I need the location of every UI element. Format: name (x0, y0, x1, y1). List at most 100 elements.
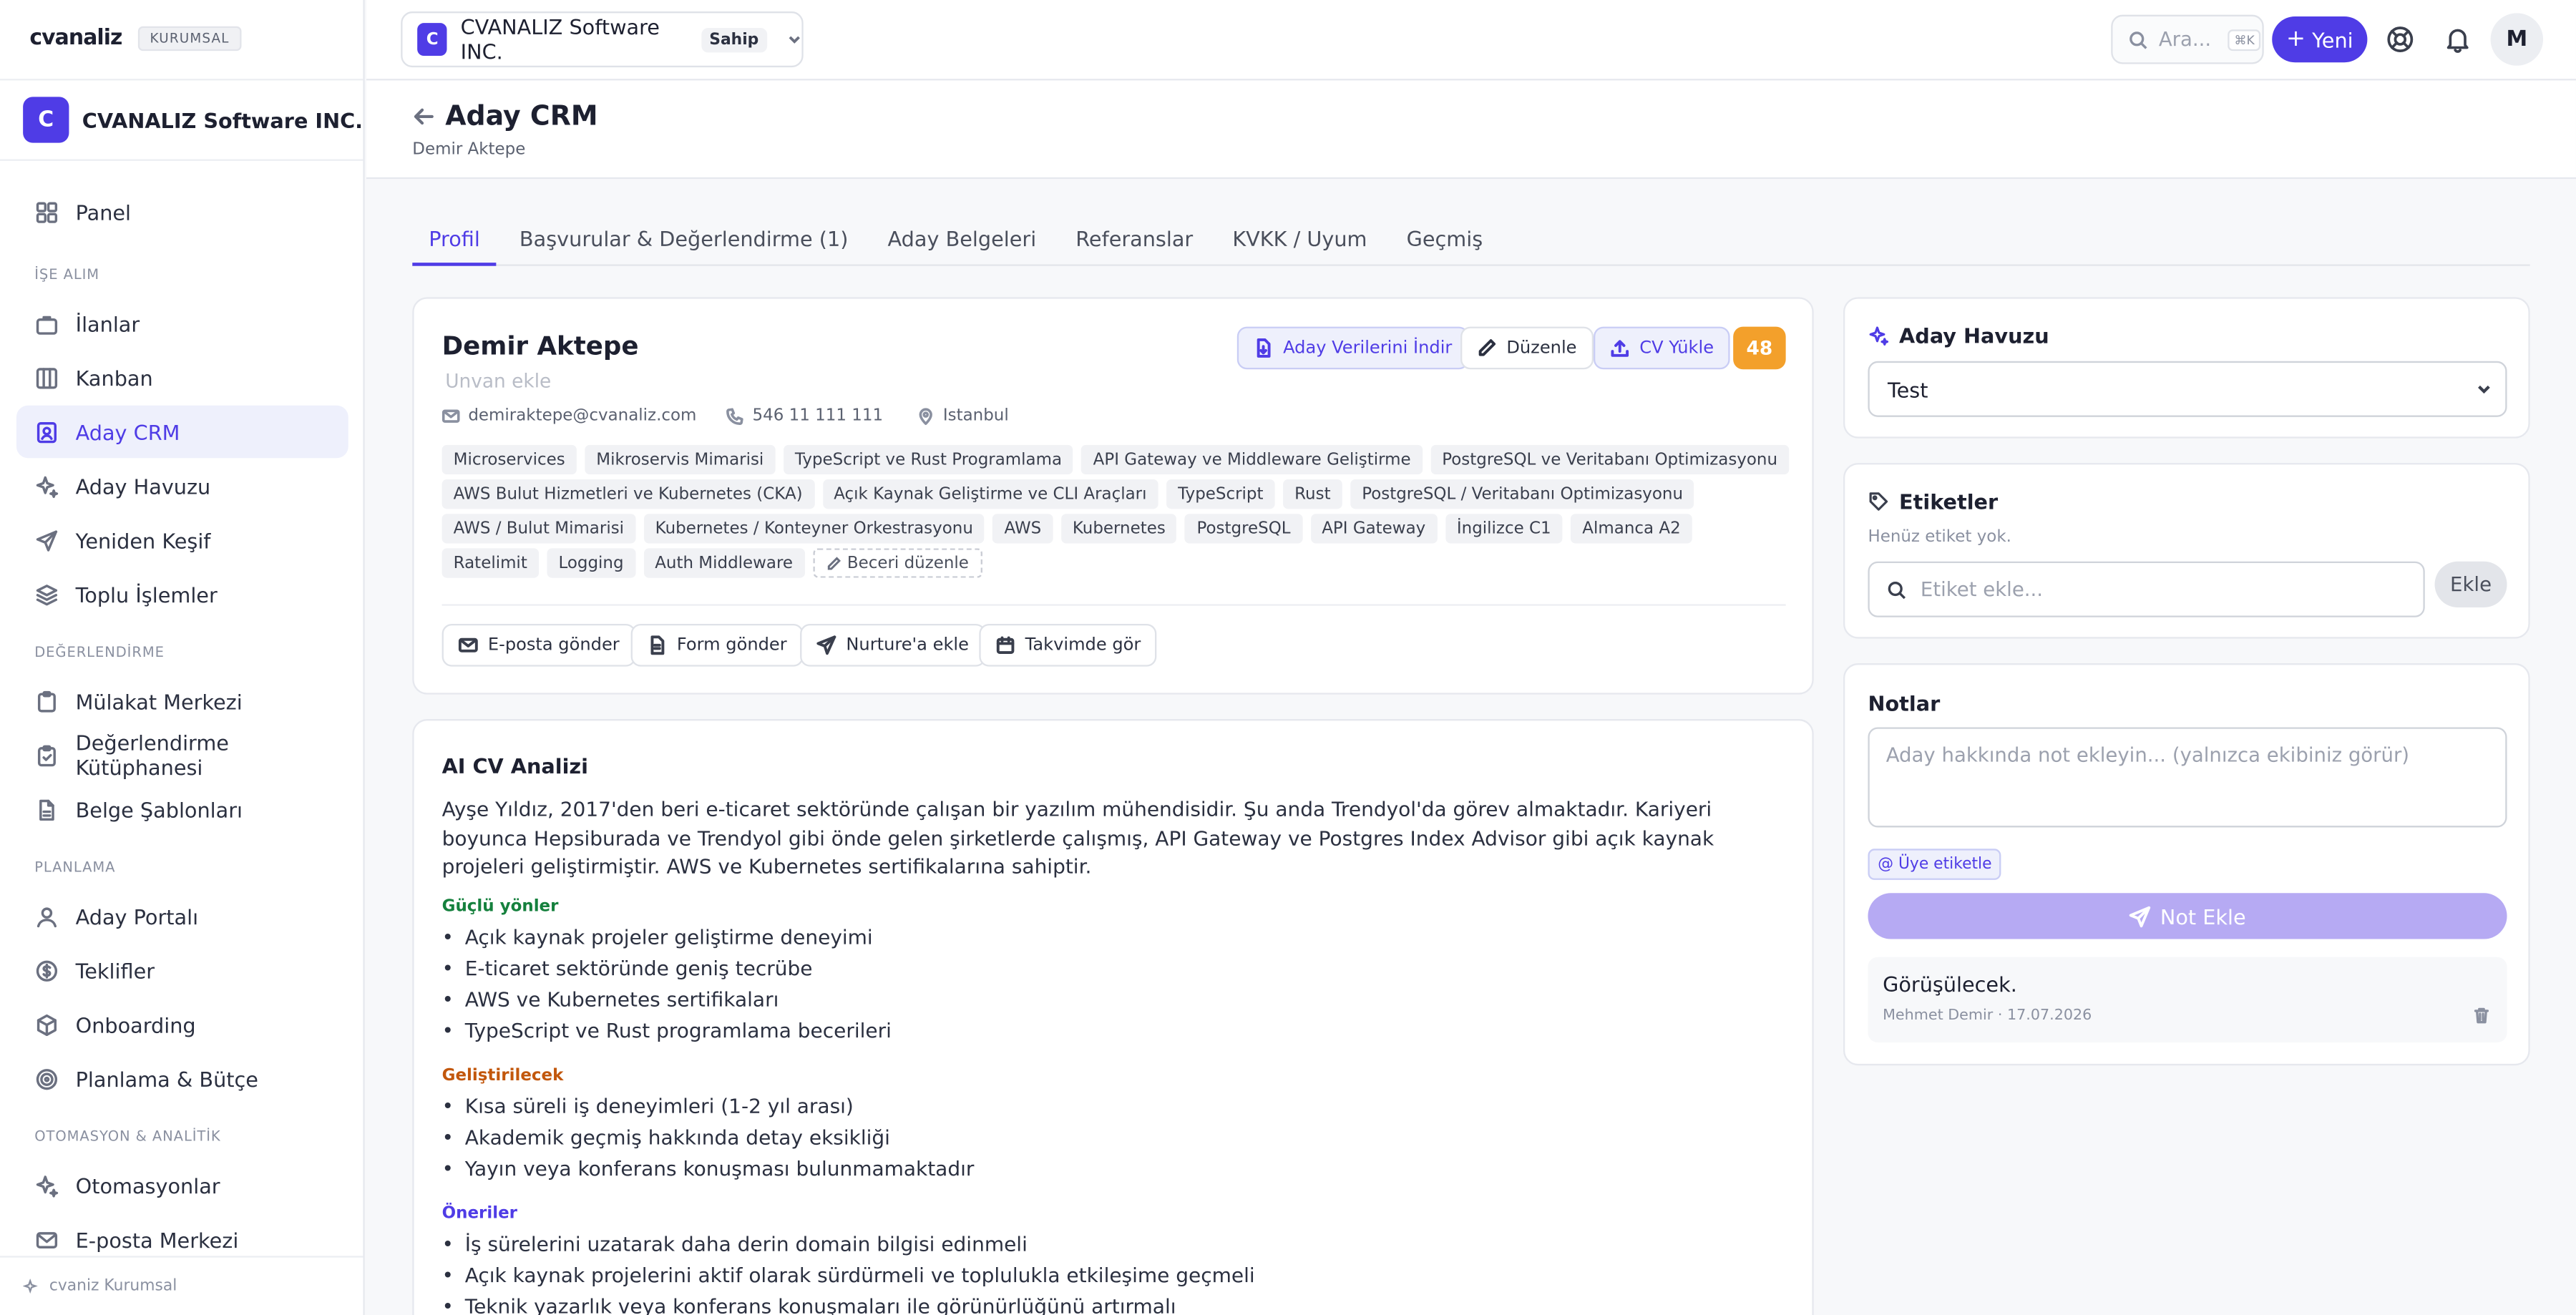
upload-cv-button[interactable]: CV Yükle (1594, 326, 1731, 370)
org-header[interactable]: C CVANALIZ Software INC. (0, 79, 364, 161)
sidebar-item-label: Kanban (75, 365, 153, 390)
skill-chip: TypeScript ve Rust Programlama (783, 444, 1074, 475)
org-switcher[interactable]: C CVANALIZ Software INC. Sahip (401, 11, 804, 68)
candidate-email[interactable]: demiraktepe@cvanaliz.com (441, 407, 696, 425)
sidebar-item-aday-portali[interactable]: Aday Portalı (16, 890, 348, 942)
add-tag-button[interactable]: Ekle (2434, 561, 2507, 608)
search-icon (2129, 31, 2147, 49)
tab-kvkk[interactable]: KVKK / Uyum (1216, 210, 1383, 265)
edit-button-label: Düzenle (1506, 338, 1577, 358)
upload-icon (1611, 340, 1629, 357)
sidebar-footer-text: cvaniz Kurumsal (49, 1277, 177, 1296)
candidate-pool-title: Aday Havuzu (1899, 323, 2049, 348)
sidebar-item-aday-havuzu[interactable]: Aday Havuzu (16, 459, 348, 512)
sidebar-item-otomasyonlar[interactable]: Otomasyonlar (16, 1159, 348, 1211)
list-item: Açık kaynak projelerini aktif olarak sür… (442, 1259, 1790, 1291)
note-date: 17.07.2026 (2007, 1007, 2092, 1025)
list-item: İş sürelerini uzatarak daha derin domain… (442, 1228, 1790, 1259)
sidebar-item-kanban[interactable]: Kanban (16, 351, 348, 404)
send-form-button[interactable]: Form gönder (630, 623, 804, 667)
mention-member-button[interactable]: @ Üye etiketle (1868, 849, 2002, 880)
pencil-icon (1478, 339, 1496, 356)
sidebar-item-label: Değerlendirme Kütüphanesi (75, 730, 229, 780)
list-item: Yayın veya konferans konuşması bulunmama… (442, 1153, 1790, 1184)
org-name: CVANALIZ Software INC. (82, 107, 364, 132)
sidebar-item-label: İlanlar (75, 311, 140, 336)
list-item: Açık kaynak projeler geliştirme deneyimi (442, 921, 1790, 952)
upload-cv-label: CV Yükle (1639, 338, 1714, 358)
tags-empty-text: Henüz etiket yok. (1868, 528, 2011, 547)
new-button[interactable]: + Yeni (2272, 16, 2368, 63)
help-lifebuoy-icon[interactable] (2386, 24, 2415, 54)
search-input[interactable]: Ara... ⌘K (2111, 14, 2264, 64)
candidate-score-badge: 48 (1733, 326, 1786, 370)
sidebar-item-degerlendirme-kutuphanesi[interactable]: Değerlendirme Kütüphanesi (16, 729, 348, 781)
ai-strengths-title: Güçlü yönler (441, 898, 559, 916)
tags-card: Etiketler Henüz etiket yok. Etiket ekle.… (1843, 463, 2530, 639)
add-to-nurture-button[interactable]: Nurture'a ekle (800, 623, 985, 667)
org-switcher-name: CVANALIZ Software INC. (460, 14, 660, 64)
dollar-circle-icon (36, 959, 58, 981)
sidebar-item-onboarding[interactable]: Onboarding (16, 998, 348, 1050)
tag-icon (1869, 492, 1888, 511)
sidebar-item-label: Belge Şablonları (75, 797, 243, 822)
sidebar-item-mulakat-merkezi[interactable]: Mülakat Merkezi (16, 675, 348, 727)
sidebar-item-panel[interactable]: Panel (16, 185, 348, 238)
skill-chip: Kubernetes (1060, 514, 1177, 544)
add-note-button[interactable]: Not Ekle (1868, 893, 2507, 939)
view-calendar-label: Takvimde gör (1025, 635, 1141, 655)
phone-icon (726, 408, 743, 425)
candidate-pool-select[interactable]: Test (1868, 361, 2507, 417)
sidebar-item-belge-sablonlari[interactable]: Belge Şablonları (16, 783, 348, 836)
candidate-phone-text: 546 11 111 111 (752, 407, 884, 426)
role-badge: Sahip (701, 26, 767, 52)
bell-icon[interactable] (2443, 24, 2472, 54)
target-icon (36, 1067, 58, 1090)
search-shortcut: ⌘K (2228, 29, 2262, 50)
edit-skills-button[interactable]: Beceri düzenle (812, 548, 982, 578)
tab-aday-belgeleri[interactable]: Aday Belgeleri (872, 210, 1053, 265)
tag-input-placeholder: Etiket ekle... (1920, 577, 2044, 601)
page-header: Aday CRM Demir Aktepe (366, 80, 2576, 180)
tab-referanslar[interactable]: Referanslar (1059, 210, 1209, 265)
candidate-phone[interactable]: 546 11 111 111 (726, 407, 883, 425)
candidate-title-placeholder[interactable]: Unvan ekle (445, 369, 551, 392)
sidebar-item-label: Otomasyonlar (75, 1173, 220, 1198)
tag-input[interactable]: Etiket ekle... (1868, 561, 2425, 617)
send-form-label: Form gönder (676, 635, 787, 655)
skill-chip: PostgreSQL / Veritabanı Optimizasyonu (1350, 479, 1695, 509)
sidebar-item-teklifler[interactable]: Teklifler (16, 944, 348, 996)
skill-chip: Ratelimit (441, 548, 539, 578)
view-calendar-button[interactable]: Takvimde gör (979, 623, 1158, 667)
kanban-icon (36, 367, 58, 388)
send-email-button[interactable]: E-posta gönder (441, 623, 636, 667)
sparkles-icon (36, 475, 59, 497)
arrow-left-icon[interactable] (412, 105, 435, 128)
edit-button[interactable]: Düzenle (1460, 326, 1594, 370)
plus-icon: + (2285, 26, 2306, 53)
download-candidate-data-button[interactable]: Aday Verilerini İndir (1236, 326, 1469, 370)
sidebar-item-yeniden-kesif[interactable]: Yeniden Keşif (16, 514, 348, 566)
download-candidate-data-label: Aday Verilerini İndir (1283, 338, 1453, 358)
ai-suggestions: Öneriler İş sürelerini uzatarak daha der… (442, 1205, 1790, 1315)
list-item: Kısa süreli iş deneyimleri (1-2 yıl aras… (442, 1090, 1790, 1122)
tab-profil[interactable]: Profil (412, 210, 497, 266)
nav-section-title: OTOMASYON & ANALİTİK (34, 1129, 221, 1146)
note-textarea[interactable]: Aday hakkında not ekleyin... (yalnızca e… (1868, 727, 2507, 828)
trash-icon[interactable] (2472, 1007, 2490, 1025)
skill-chip: TypeScript (1166, 479, 1275, 509)
tab-gecmis[interactable]: Geçmiş (1390, 210, 1499, 265)
ai-improve-title: Geliştirilecek (441, 1067, 564, 1085)
user-avatar[interactable]: M (2490, 13, 2544, 66)
nav-section-title: PLANLAMA (34, 860, 116, 877)
ai-improvements: Geliştirilecek Kısa süreli iş deneyimler… (442, 1067, 1790, 1183)
sidebar-item-ilanlar[interactable]: İlanlar (16, 297, 348, 349)
sidebar-item-planlama-butce[interactable]: Planlama & Bütçe (16, 1052, 348, 1105)
brand-logo[interactable]: cvanaliz (29, 26, 122, 51)
box-icon (36, 1013, 57, 1035)
tab-basvurular[interactable]: Başvurular & Değerlendirme (1) (503, 210, 864, 265)
sidebar-item-toplu-islemler[interactable]: Toplu İşlemler (16, 568, 348, 620)
search-placeholder: Ara... (2158, 28, 2212, 52)
sidebar-item-aday-crm[interactable]: Aday CRM (16, 405, 348, 459)
candidate-pool-header: Aday Havuzu (1868, 323, 2049, 348)
